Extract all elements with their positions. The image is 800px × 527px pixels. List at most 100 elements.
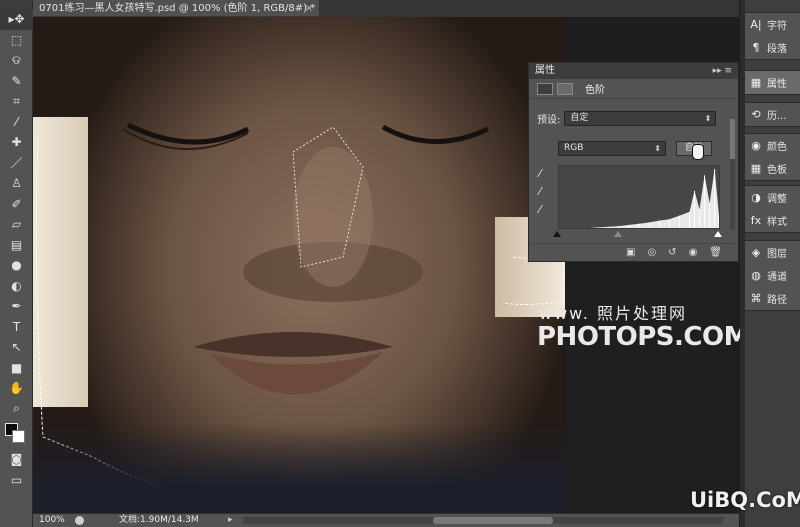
dock-item-styles[interactable]: fx 样式 — [745, 209, 800, 232]
trash-icon[interactable]: 🗑 — [709, 247, 722, 258]
dock-item-paragraph[interactable]: ¶ 段落 — [745, 36, 800, 59]
channel-select[interactable]: RGB — [558, 141, 666, 156]
status-bar: 100% 文档:1.90M/14.3M ▸ — [33, 513, 739, 527]
dock-item-label: 路径 — [767, 295, 787, 306]
path-select-icon[interactable]: ↖ — [0, 337, 33, 358]
levels-histogram — [558, 165, 720, 229]
eraser-icon[interactable]: ▱ — [0, 214, 33, 235]
dock-item-label: 样式 — [767, 217, 787, 228]
zoom-level[interactable]: 100% — [39, 514, 65, 527]
panel-dock: A| 字符 ¶ 段落 ▦ 属性 ⟲ 历... ◉ 颜色 ▦ 色板 ◑ 调整 fx 样式 ◈ 图层 ◍ 通道 ⌘… — [745, 0, 800, 527]
horizontal-scroll-thumb[interactable] — [433, 517, 553, 524]
background-color-swatch[interactable] — [12, 430, 25, 443]
photoshop-window: ▸✥ ⬚ ଡ ✎ ⌗ ⁄ ✚ ／ ♙ ✐ ▱ ▤ ● ◐ ✒ T ↖ ■ ✋ ⌕ ◙ ▭ 0701练习—黑人女孩特写.p… — [0, 0, 800, 527]
dock-item-label: 色板 — [767, 165, 787, 176]
hand-icon[interactable]: ✋ — [0, 378, 33, 399]
history-icon: ⟲ — [751, 108, 761, 121]
status-menu-arrow-icon[interactable]: ▸ — [228, 514, 233, 527]
black-input-slider[interactable] — [553, 231, 561, 237]
properties-scroll-thumb[interactable] — [730, 119, 735, 159]
levels-header: 色阶 — [529, 79, 738, 99]
properties-title: 属性 — [535, 65, 555, 76]
layers-icon: ◈ — [751, 246, 761, 259]
pen-icon[interactable]: ✒ — [0, 296, 33, 317]
quick-select-icon[interactable]: ✎ — [0, 71, 33, 92]
dock-item-label: 历... — [767, 111, 787, 122]
paths-icon: ⌘ — [750, 292, 762, 305]
watermark-line2: PHOTOPS.COM — [537, 322, 749, 352]
lasso-icon[interactable]: ଡ — [0, 50, 33, 71]
dock-item-adjustments[interactable]: ◑ 调整 — [745, 186, 800, 209]
gradient-icon[interactable]: ▤ — [0, 235, 33, 256]
dock-group-properties: ▦ 属性 — [745, 70, 800, 95]
white-input-slider[interactable] — [714, 231, 722, 237]
properties-scrollbar[interactable] — [730, 119, 735, 229]
color-icon: ◉ — [751, 139, 761, 152]
panel-menu-icon[interactable]: ▸▸ ≡ — [713, 63, 732, 79]
clone-stamp-icon[interactable]: ♙ — [0, 173, 33, 194]
dock-item-color[interactable]: ◉ 颜色 — [745, 134, 800, 157]
channels-icon: ◍ — [751, 269, 761, 282]
layer-mask-icon[interactable] — [557, 82, 573, 95]
dock-item-layers[interactable]: ◈ 图层 — [745, 241, 800, 264]
adjustments-icon: ◑ — [751, 191, 761, 204]
dock-item-properties[interactable]: ▦ 属性 — [745, 71, 800, 94]
marquee-icon[interactable]: ⬚ — [0, 30, 33, 51]
white-point-eyedropper-icon[interactable]: ⁄ — [539, 203, 551, 216]
pointer-cursor-icon — [693, 145, 703, 159]
view-prev-icon[interactable]: ◎ — [647, 247, 656, 258]
reset-icon[interactable]: ↺ — [668, 247, 676, 258]
close-tab-icon[interactable]: × — [305, 0, 313, 16]
dodge-icon[interactable]: ◐ — [0, 276, 33, 297]
dock-item-history[interactable]: ⟲ 历... — [745, 103, 800, 126]
dock-item-paths[interactable]: ⌘ 路径 — [745, 287, 800, 310]
document-canvas[interactable] — [33, 17, 565, 513]
horizontal-scrollbar[interactable] — [243, 517, 723, 524]
dock-item-label: 字符 — [767, 21, 787, 32]
visibility-icon[interactable]: ◉ — [689, 247, 698, 258]
dock-item-label: 属性 — [767, 79, 787, 90]
properties-icon: ▦ — [750, 76, 762, 89]
brush-icon[interactable]: ／ — [0, 153, 33, 174]
move-icon[interactable]: ▸✥ — [0, 9, 33, 30]
document-info: 文档:1.90M/14.3M — [119, 515, 199, 525]
dock-group-type: A| 字符 ¶ 段落 — [745, 12, 800, 60]
blur-icon[interactable]: ● — [0, 255, 33, 276]
dock-item-label: 颜色 — [767, 142, 787, 153]
tab-strip — [319, 0, 739, 17]
shape-icon[interactable]: ■ — [0, 358, 33, 379]
dock-item-label: 图层 — [767, 249, 787, 260]
gray-point-eyedropper-icon[interactable]: ⁄ — [539, 185, 551, 198]
input-levels-slider[interactable] — [553, 231, 722, 239]
screen-mode-icon[interactable]: ▭ — [0, 470, 33, 491]
dock-group-layers: ◈ 图层 ◍ 通道 ⌘ 路径 — [745, 240, 800, 311]
levels-adjustment-icon[interactable] — [537, 82, 553, 95]
type-icon[interactable]: T — [0, 317, 33, 338]
histogram-chart — [559, 169, 719, 228]
document-tab[interactable]: 0701练习—黑人女孩特写.psd @ 100% (色阶 1, RGB/8#) … — [33, 0, 319, 17]
eyedropper-icon[interactable]: ⁄ — [0, 112, 33, 133]
dock-item-channels[interactable]: ◍ 通道 — [745, 264, 800, 287]
toolbar-grip[interactable] — [0, 0, 32, 9]
properties-panel-header[interactable]: 属性 ▸▸ ≡ — [529, 63, 738, 79]
dock-group-adjustments: ◑ 调整 fx 样式 — [745, 185, 800, 233]
styles-icon: fx — [750, 214, 762, 227]
gamma-input-slider[interactable] — [614, 231, 622, 237]
black-point-eyedropper-icon[interactable]: ⁄ — [539, 167, 551, 180]
crop-icon[interactable]: ⌗ — [0, 91, 33, 112]
dock-item-swatches[interactable]: ▦ 色板 — [745, 157, 800, 180]
photops-watermark: www. 照片处理网 PHOTOPS.COM — [537, 300, 749, 352]
zoom-icon[interactable]: ⌕ — [0, 399, 33, 420]
adjustment-type-label: 色阶 — [585, 85, 605, 96]
clip-icon[interactable]: ▣ — [626, 247, 635, 258]
color-swatches[interactable] — [0, 419, 33, 449]
paragraph-icon: ¶ — [752, 41, 760, 54]
preset-select[interactable]: 自定 — [564, 111, 717, 126]
preset-label: 预设: — [537, 115, 561, 126]
quick-mask-icon[interactable]: ◙ — [0, 449, 33, 470]
dock-group-history: ⟲ 历... — [745, 102, 800, 127]
history-brush-icon[interactable]: ✐ — [0, 194, 33, 215]
dock-item-character[interactable]: A| 字符 — [745, 13, 800, 36]
healing-brush-icon[interactable]: ✚ — [0, 132, 33, 153]
properties-panel: 属性 ▸▸ ≡ 色阶 预设: 自定 RGB 自动 ⁄ ⁄ ⁄ ▣◎↺◉� — [528, 62, 739, 262]
